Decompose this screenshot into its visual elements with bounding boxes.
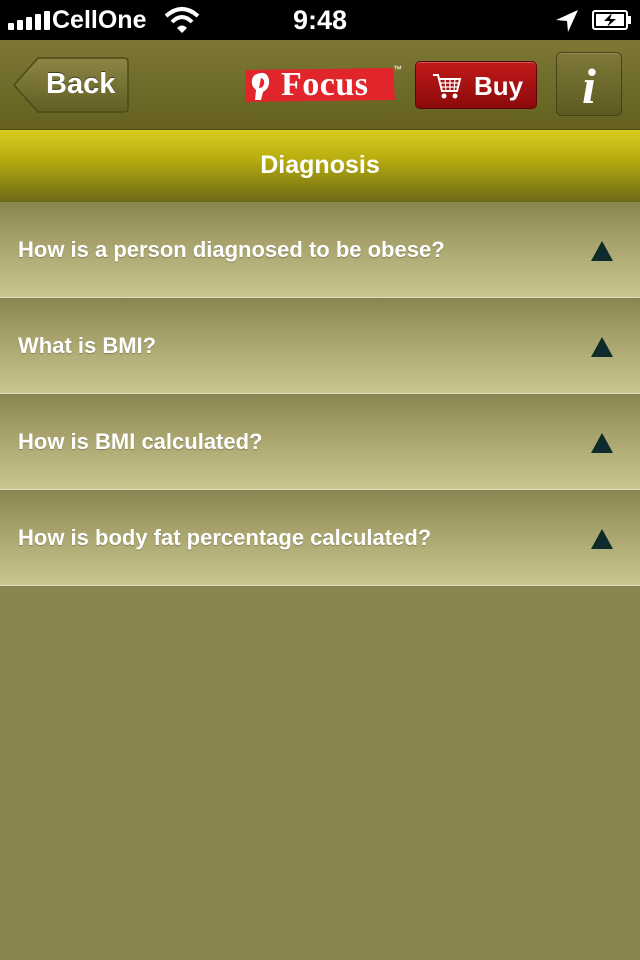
- battery-charging-icon: [592, 10, 631, 30]
- logo-trademark: ™: [393, 64, 402, 74]
- expand-arrow-icon: [591, 529, 613, 549]
- list-item[interactable]: How is body fat percentage calculated?: [0, 490, 640, 586]
- status-bar: CellOne 9:48: [0, 0, 640, 40]
- expand-arrow-icon: [591, 241, 613, 261]
- status-time: 9:48: [292, 5, 348, 35]
- faq-list: How is a person diagnosed to be obese? W…: [0, 202, 640, 586]
- logo-text: Focus: [281, 66, 369, 103]
- back-button-label: Back: [46, 68, 116, 100]
- buy-button-label: Buy: [474, 71, 524, 101]
- back-button[interactable]: Back: [10, 56, 130, 114]
- faq-question: How is BMI calculated?: [18, 429, 263, 454]
- expand-arrow-icon: [591, 337, 613, 357]
- section-header: Diagnosis: [0, 130, 640, 202]
- info-button[interactable]: i: [556, 52, 622, 116]
- faq-question: What is BMI?: [18, 333, 157, 358]
- buy-button[interactable]: Buy: [415, 61, 537, 109]
- expand-arrow-icon: [591, 433, 613, 453]
- shopping-cart-icon: [433, 74, 462, 99]
- list-item[interactable]: What is BMI?: [0, 298, 640, 394]
- list-item[interactable]: How is BMI calculated?: [0, 394, 640, 490]
- faq-question: How is a person diagnosed to be obese?: [18, 237, 445, 262]
- navigation-bar: Back Focus ™ Buy i: [0, 40, 640, 130]
- list-item[interactable]: How is a person diagnosed to be obese?: [0, 202, 640, 298]
- focus-logo: Focus ™: [243, 64, 403, 104]
- faq-question: How is body fat percentage calculated?: [18, 525, 432, 550]
- info-icon: i: [582, 58, 596, 114]
- section-title: Diagnosis: [260, 151, 380, 179]
- location-icon: [556, 10, 578, 32]
